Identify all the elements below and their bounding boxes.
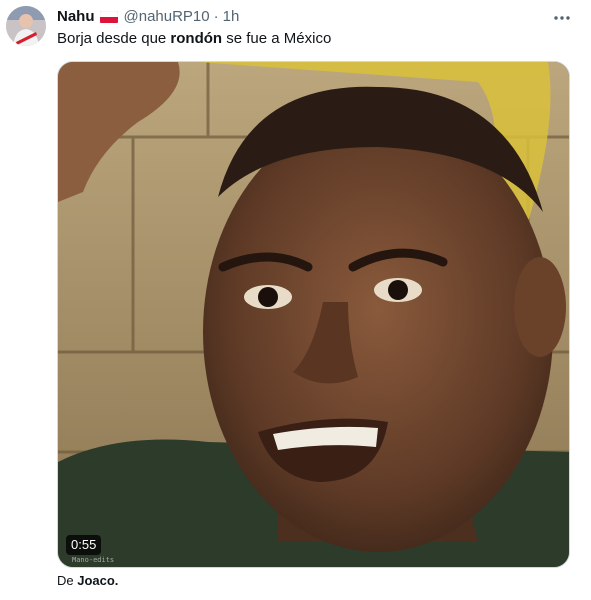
tweet-text-bold: rondón bbox=[170, 30, 223, 47]
user-avatar[interactable] bbox=[6, 6, 46, 46]
more-horizontal-icon[interactable] bbox=[552, 8, 572, 28]
poland-flag-icon bbox=[99, 10, 118, 24]
tweet-header: Nahu @nahuRP10 · 1h bbox=[57, 5, 239, 27]
attribution-author[interactable]: Joaco. bbox=[77, 573, 118, 588]
video-player[interactable]: 0:55 Mano-edits bbox=[57, 61, 570, 568]
video-watermark: Mano-edits bbox=[72, 556, 115, 564]
tweet-text: Borja desde que rondón se fue a México bbox=[57, 29, 331, 49]
tweet-text-part: se fue a México bbox=[222, 30, 332, 47]
display-name[interactable]: Nahu bbox=[57, 8, 95, 25]
media-attribution: De Joaco. bbox=[57, 572, 118, 590]
tweet: Nahu @nahuRP10 · 1h Borja desde que rond… bbox=[0, 0, 591, 600]
avatar-image bbox=[6, 6, 46, 46]
separator-dot: · bbox=[213, 7, 219, 25]
attribution-prefix: De bbox=[57, 573, 78, 588]
user-handle[interactable]: @nahuRP10 bbox=[124, 8, 210, 25]
tweet-text-part: Borja desde que bbox=[57, 30, 171, 47]
video-duration: 0:55 bbox=[66, 535, 102, 555]
video-frame bbox=[58, 62, 569, 567]
timestamp[interactable]: 1h bbox=[223, 8, 240, 25]
